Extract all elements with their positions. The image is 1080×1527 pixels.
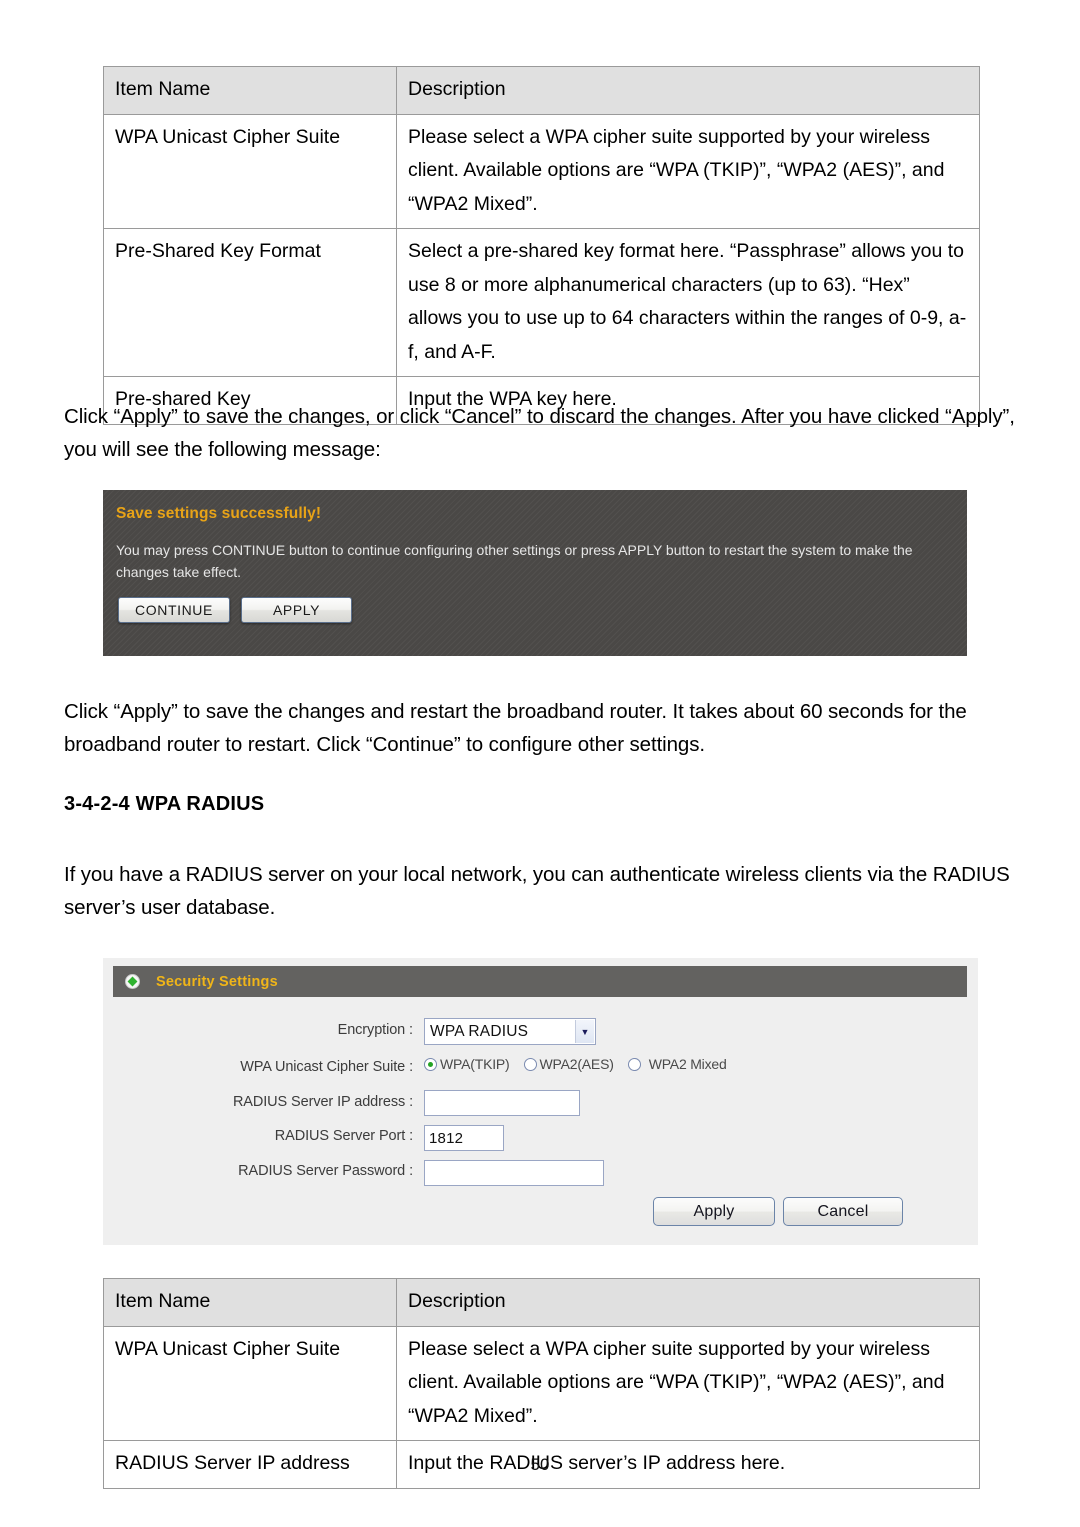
- radius-ip-label: RADIUS Server IP address :: [232, 1094, 413, 1110]
- radius-password-input[interactable]: [424, 1160, 604, 1186]
- description-cell: Please select a WPA cipher suite support…: [396, 113, 980, 230]
- table-row: WPA Unicast Cipher Suite Please select a…: [103, 1325, 980, 1442]
- description-cell: Select a pre-shared key format here. “Pa…: [396, 228, 980, 378]
- item-name-cell: WPA Unicast Cipher Suite: [103, 1325, 397, 1442]
- section-heading-wpa-radius: 3-4-2-4 WPA RADIUS: [64, 793, 265, 815]
- apply-button[interactable]: APPLY: [241, 597, 352, 623]
- cipher-suite-field: WPA(TKIP) WPA2(AES) WPA2 Mixed: [424, 1056, 741, 1072]
- message-title: Save settings successfully!: [116, 505, 322, 522]
- continue-button[interactable]: CONTINUE: [118, 597, 230, 623]
- description-cell: Please select a WPA cipher suite support…: [396, 1325, 980, 1442]
- radio-label: WPA(TKIP): [440, 1056, 510, 1072]
- radio-label: WPA2(AES): [539, 1056, 614, 1072]
- radio-selected-icon[interactable]: [424, 1057, 437, 1071]
- encryption-field: WPA RADIUS ▼: [424, 1018, 596, 1045]
- item-name-cell: Pre-Shared Key Format: [103, 228, 397, 378]
- table-row: WPA Unicast Cipher Suite Please select a…: [103, 113, 980, 230]
- radio-wpa2-aes[interactable]: WPA2(AES): [523, 1056, 614, 1072]
- radius-port-label: RADIUS Server Port :: [274, 1128, 413, 1144]
- table-header-row: Item Name Description: [103, 66, 980, 115]
- radius-password-label: RADIUS Server Password :: [238, 1163, 413, 1179]
- panel-apply-button[interactable]: Apply: [653, 1197, 775, 1226]
- column-header-item-name: Item Name: [103, 66, 397, 115]
- field-row-cipher-suite: WPA Unicast Cipher Suite :: [103, 1059, 413, 1075]
- radio-wpa-tkip[interactable]: WPA(TKIP): [424, 1056, 510, 1072]
- panel-header: Security Settings: [113, 966, 967, 997]
- column-header-item-name: Item Name: [103, 1278, 397, 1327]
- green-diamond-icon: [125, 974, 140, 989]
- table-header-row: Item Name Description: [103, 1278, 980, 1327]
- radius-port-field: 1812: [424, 1125, 504, 1151]
- column-header-description: Description: [396, 66, 980, 115]
- message-body: You may press CONTINUE button to continu…: [116, 542, 913, 580]
- item-name-cell: WPA Unicast Cipher Suite: [103, 113, 397, 230]
- radius-ip-input[interactable]: [424, 1090, 580, 1116]
- page-number: 50: [530, 1455, 550, 1474]
- paragraph-radius-intro: If you have a RADIUS server on your loca…: [64, 863, 1010, 920]
- radio-wpa2-mixed[interactable]: WPA2 Mixed: [627, 1056, 727, 1072]
- field-row-encryption: Encryption :: [103, 1022, 413, 1038]
- chevron-down-icon[interactable]: ▼: [575, 1020, 594, 1043]
- radius-password-field: [424, 1160, 604, 1186]
- security-settings-panel: Security Settings Encryption : WPA RADIU…: [103, 958, 978, 1245]
- cipher-suite-radio-group: WPA(TKIP) WPA2(AES) WPA2 Mixed: [424, 1056, 741, 1072]
- radio-unselected-icon[interactable]: [523, 1057, 537, 1071]
- field-row-radius-port: RADIUS Server Port :: [103, 1128, 413, 1144]
- encryption-label: Encryption :: [337, 1022, 413, 1038]
- panel-cancel-button[interactable]: Cancel: [783, 1197, 903, 1226]
- paragraph-restart-info: Click “Apply” to save the changes and re…: [64, 700, 967, 757]
- radius-ip-field: [424, 1090, 580, 1116]
- encryption-select-value: WPA RADIUS: [430, 1022, 529, 1040]
- radio-unselected-icon[interactable]: [627, 1057, 641, 1071]
- radio-label: WPA2 Mixed: [648, 1056, 727, 1072]
- cipher-suite-label: WPA Unicast Cipher Suite :: [240, 1059, 413, 1075]
- field-row-radius-password: RADIUS Server Password :: [103, 1163, 413, 1179]
- radius-port-input[interactable]: 1812: [424, 1125, 504, 1151]
- encryption-select[interactable]: WPA RADIUS ▼: [424, 1018, 596, 1045]
- panel-title: Security Settings: [156, 973, 278, 990]
- column-header-description: Description: [396, 1278, 980, 1327]
- field-row-radius-ip: RADIUS Server IP address :: [103, 1094, 413, 1110]
- table-row: Pre-Shared Key Format Select a pre-share…: [103, 228, 980, 378]
- paragraph-apply-cancel: Click “Apply” to save the changes, or cl…: [64, 405, 1015, 462]
- save-settings-message-box: Save settings successfully! You may pres…: [103, 490, 967, 656]
- wpa-psk-item-table: Item Name Description WPA Unicast Cipher…: [103, 66, 980, 425]
